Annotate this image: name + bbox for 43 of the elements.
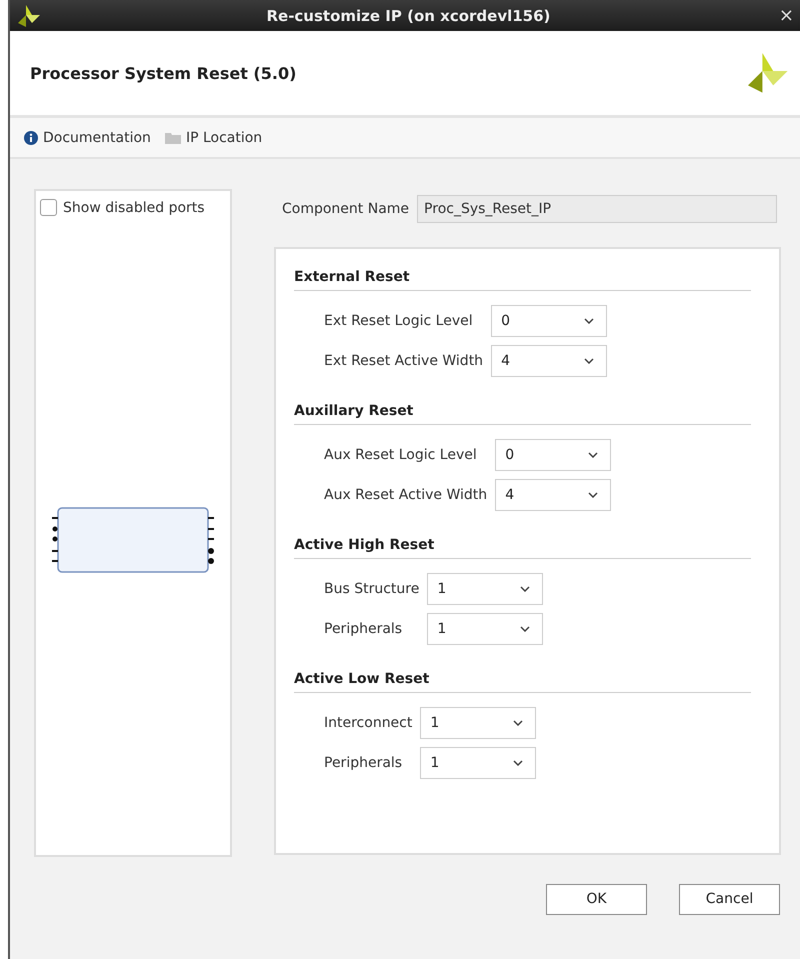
field-label: Aux Reset Logic Level	[324, 447, 478, 464]
field-label: Ext Reset Logic Level	[324, 313, 474, 330]
window-title: Re-customize IP (on xcordevl156)	[265, 6, 552, 25]
logo-icon	[18, 4, 40, 27]
checkbox-label: Show disabled ports	[63, 200, 205, 216]
checkbox[interactable]	[40, 199, 57, 216]
section-heading: Active Low Reset	[294, 671, 751, 694]
field-label: Interconnect	[324, 715, 412, 732]
field-label: Aux Reset Active Width	[324, 487, 488, 504]
dropdown[interactable]: 4	[491, 345, 608, 378]
folder-icon	[164, 131, 181, 144]
field-label: Component Name	[282, 201, 410, 218]
toolbar-link[interactable]: Documentation	[24, 130, 151, 146]
close-button[interactable]: ×	[776, 5, 796, 26]
logo-icon	[748, 53, 788, 94]
caret-icon	[520, 626, 530, 632]
dropdown[interactable]: 0	[495, 439, 612, 472]
section-heading: Active High Reset	[294, 537, 751, 560]
caret-icon	[588, 452, 598, 458]
dialog-title: Processor System Reset (5.0)	[30, 64, 296, 83]
dropdown[interactable]: 1	[427, 573, 544, 606]
caret-icon	[513, 760, 524, 766]
caret-icon	[584, 318, 594, 324]
dropdown[interactable]: 1	[420, 747, 536, 780]
caret-icon	[513, 720, 524, 726]
field-label: Peripherals	[324, 621, 404, 638]
section-heading: External Reset	[294, 269, 751, 292]
field-label: Ext Reset Active Width	[324, 353, 484, 370]
field-label: Peripherals	[324, 755, 404, 772]
section-heading: Auxillary Reset	[294, 403, 751, 426]
toolbar-link[interactable]: IP Location	[164, 130, 262, 146]
component-name-field[interactable]: Proc_Sys_Reset_IP	[417, 195, 777, 224]
caret-icon	[584, 358, 594, 364]
dialog-button[interactable]: OK	[546, 884, 647, 915]
dropdown[interactable]: 4	[495, 479, 612, 512]
dropdown[interactable]: 0	[491, 305, 608, 338]
caret-icon	[520, 586, 530, 592]
info-icon	[24, 130, 38, 145]
dialog-button[interactable]: Cancel	[679, 884, 780, 915]
field-label: Bus Structure	[324, 581, 420, 598]
dropdown[interactable]: 1	[427, 613, 544, 646]
dropdown[interactable]: 1	[420, 707, 536, 740]
caret-icon	[588, 492, 598, 498]
